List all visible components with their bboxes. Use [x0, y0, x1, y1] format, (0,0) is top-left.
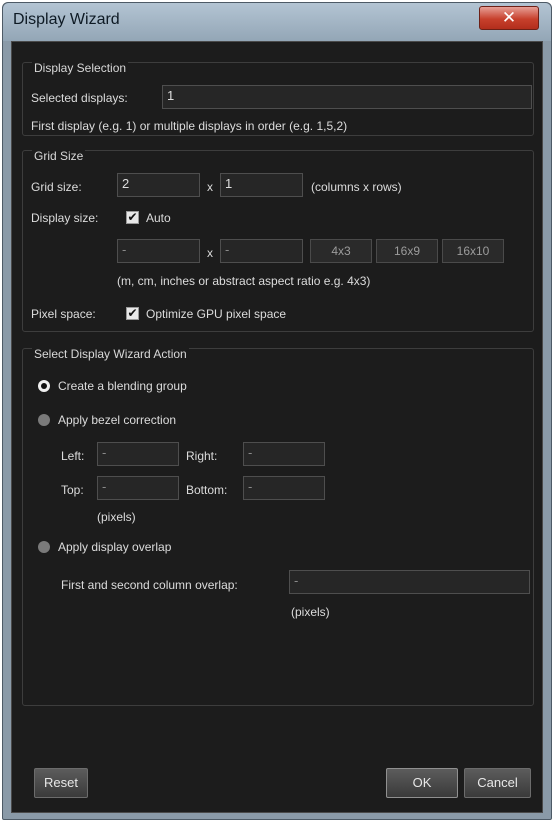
display-width-input[interactable]: -	[117, 239, 200, 263]
display-size-label: Display size:	[31, 211, 99, 225]
auto-label: Auto	[146, 211, 171, 225]
bezel-correction-label: Apply bezel correction	[58, 413, 177, 427]
window-title: Display Wizard	[13, 11, 120, 28]
selected-displays-label: Selected displays:	[31, 91, 128, 105]
bezel-top-input[interactable]: -	[97, 476, 179, 500]
title-bar[interactable]: Display Wizard ✕	[3, 3, 551, 41]
bezel-left-input[interactable]: -	[97, 442, 179, 466]
selected-displays-hint: First display (e.g. 1) or multiple displ…	[31, 119, 348, 133]
display-overlap-radio[interactable]	[38, 541, 50, 553]
bezel-right-input[interactable]: -	[243, 442, 325, 466]
bezel-right-label: Right:	[186, 449, 218, 463]
grid-columns-input[interactable]: 2	[117, 173, 200, 197]
grid-size-heading: Grid Size	[32, 149, 86, 163]
grid-times-label: x	[207, 180, 213, 194]
cancel-button[interactable]: Cancel	[464, 768, 531, 798]
close-button[interactable]: ✕	[479, 6, 539, 30]
ratio-16x9-button[interactable]: 16x9	[376, 239, 438, 263]
pixel-space-label: Pixel space:	[31, 307, 96, 321]
wizard-action-group: Select Display Wizard Action Create a bl…	[22, 347, 534, 706]
display-overlap-label: Apply display overlap	[58, 540, 172, 554]
blending-group-radio[interactable]	[38, 380, 50, 392]
reset-button[interactable]: Reset	[34, 768, 88, 798]
bezel-left-label: Left:	[61, 449, 85, 463]
blending-group-label: Create a blending group	[58, 379, 187, 393]
bezel-bottom-input[interactable]: -	[243, 476, 325, 500]
ratio-4x3-button[interactable]: 4x3	[310, 239, 372, 263]
ratio-16x10-button[interactable]: 16x10	[442, 239, 504, 263]
display-wizard-window: Display Wizard ✕ Display Selection Selec…	[2, 2, 552, 820]
bezel-correction-radio[interactable]	[38, 414, 50, 426]
bezel-pixels-label: (pixels)	[97, 510, 136, 524]
display-selection-heading: Display Selection	[32, 61, 129, 75]
display-height-input[interactable]: -	[220, 239, 303, 263]
grid-rows-input[interactable]: 1	[220, 173, 303, 197]
column-overlap-label: First and second column overlap:	[61, 578, 238, 592]
selected-displays-input[interactable]: 1	[162, 85, 532, 109]
wizard-action-heading: Select Display Wizard Action	[32, 347, 189, 361]
optimize-gpu-label: Optimize GPU pixel space	[146, 307, 287, 321]
auto-checkbox[interactable]: ✔	[126, 211, 139, 224]
grid-size-label: Grid size:	[31, 180, 82, 194]
bezel-top-label: Top:	[61, 483, 84, 497]
display-size-times-label: x	[207, 246, 213, 260]
bezel-bottom-label: Bottom:	[186, 483, 228, 497]
display-selection-group: Display Selection Selected displays: 1 F…	[22, 61, 534, 136]
close-icon: ✕	[501, 8, 517, 27]
grid-size-group: Grid Size Grid size: 2 x 1 (columns x ro…	[22, 149, 534, 332]
ok-button[interactable]: OK	[386, 768, 458, 798]
optimize-gpu-checkbox[interactable]: ✔	[126, 307, 139, 320]
display-size-units-hint: (m, cm, inches or abstract aspect ratio …	[117, 274, 371, 288]
column-overlap-input[interactable]: -	[289, 570, 530, 594]
dialog-body: Display Selection Selected displays: 1 F…	[11, 41, 543, 813]
overlap-pixels-label: (pixels)	[291, 605, 330, 619]
grid-size-hint: (columns x rows)	[311, 180, 402, 194]
